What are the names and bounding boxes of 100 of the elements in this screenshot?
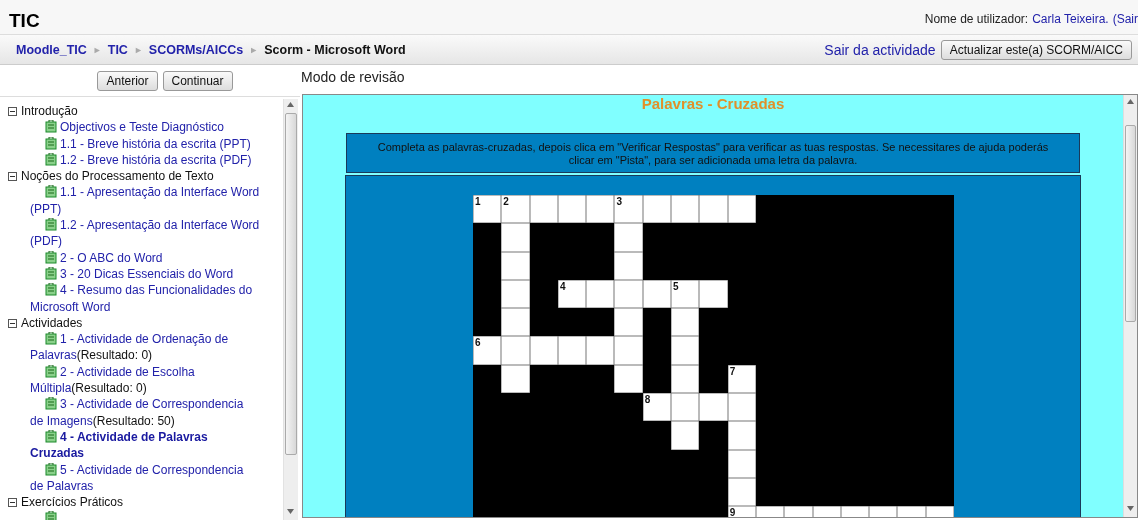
toc-item[interactable]: Objectivos e Teste Diagnóstico [8, 119, 260, 136]
crossword-cell[interactable] [614, 308, 643, 337]
crossword-cell[interactable] [727, 195, 756, 224]
clue-number: 6 [475, 338, 481, 349]
crossword-cell[interactable]: 8 [642, 393, 672, 422]
document-icon [45, 136, 57, 150]
crossword-cell[interactable] [642, 195, 672, 224]
mode-label: Modo de revisão [300, 68, 406, 87]
crossword-cell[interactable] [586, 336, 615, 365]
toc-item[interactable]: 2 - Actividade de Escolha Múltipla(Resultado: 0) [8, 363, 260, 397]
crossword-cell[interactable] [501, 251, 530, 280]
crossword-cell[interactable] [586, 279, 615, 309]
crossword-cell[interactable] [727, 393, 756, 422]
document-icon [45, 462, 57, 476]
crossword-cell[interactable] [671, 393, 700, 422]
clue-number: 3 [616, 197, 623, 207]
toc-item[interactable]: 4 - Resumo das Funcionalidades do Microsoft Word [8, 282, 260, 315]
crossword-cell[interactable] [501, 364, 530, 394]
update-button[interactable]: Actualizar este(a) SCORM/AICC [940, 39, 1132, 60]
toc-item[interactable]: 3 - 20 Dicas Essenciais do Word [8, 265, 260, 283]
breadcrumb-link[interactable]: SCORMs/AICCs [148, 42, 244, 57]
crossword-cell[interactable]: 9 [727, 506, 756, 517]
scroll-up-icon[interactable] [1127, 99, 1134, 104]
collapse-icon[interactable] [8, 171, 17, 181]
crossword-cell[interactable] [501, 336, 530, 365]
toc-item[interactable]: 2 - O ABC do Word [8, 249, 260, 266]
breadcrumb-link[interactable]: Moodle_TIC [16, 42, 87, 57]
crossword-cell[interactable] [614, 336, 643, 365]
breadcrumb-separator: ► [133, 44, 143, 55]
toc-item[interactable]: 1.1 - Apresentação da Interface Word (PPT) [8, 184, 260, 218]
breadcrumb-current: Scorm - Microsoft Word [264, 42, 406, 57]
document-icon [45, 185, 57, 199]
crossword-cell[interactable] [501, 279, 530, 309]
document-icon [45, 152, 57, 166]
crossword-cell[interactable] [671, 364, 700, 394]
toc-item[interactable]: 5 - Actividade de Correspondencia de Palavras [8, 461, 260, 495]
clue-number: 5 [673, 281, 679, 292]
activity-title: Palavras - Cruzadas [641, 95, 785, 112]
collapse-icon[interactable] [8, 106, 17, 116]
crossword-cell[interactable] [529, 195, 558, 224]
document-icon [45, 120, 57, 134]
crossword-cell[interactable] [671, 308, 700, 337]
scroll-down-icon[interactable] [1127, 506, 1134, 511]
crossword-cell[interactable]: 5 [671, 279, 700, 309]
clue-number: 2 [503, 197, 509, 207]
crossword-cell[interactable] [699, 279, 728, 309]
crossword-cell[interactable] [642, 279, 672, 309]
clue-number: 7 [729, 366, 736, 377]
crossword-cell[interactable] [614, 279, 643, 309]
nav-button[interactable]: Continuar [162, 70, 233, 91]
document-icon [45, 250, 57, 264]
crossword-cell[interactable] [557, 195, 587, 224]
crossword-cell[interactable] [699, 393, 728, 422]
logout-link[interactable]: (Sair [1112, 12, 1138, 26]
toc-item[interactable]: 1.2 - Breve história da escrita (PDF) [8, 151, 260, 169]
crossword-cell[interactable] [727, 449, 756, 478]
crossword-cell[interactable] [501, 223, 530, 252]
collapse-icon[interactable] [8, 497, 17, 507]
crossword-cell[interactable] [699, 195, 728, 224]
toc-item[interactable]: 4 - Actividade de Palavras Cruzadas [8, 428, 260, 462]
crossword-cell[interactable]: 2 [501, 195, 530, 224]
crossword-cell[interactable] [614, 251, 643, 280]
crossword-cell[interactable] [671, 195, 700, 224]
toc-item[interactable]: 1 - Actividade de Ordenação de Palavras(Resultado: 0) [8, 331, 260, 364]
crossword-cell[interactable]: 3 [614, 195, 643, 224]
document-icon [45, 266, 57, 280]
crossword-cell[interactable] [614, 364, 643, 394]
crossword-cell[interactable] [727, 477, 756, 507]
crossword-cell[interactable] [671, 336, 700, 365]
crossword-cell[interactable] [557, 336, 587, 365]
clue-number: 9 [729, 508, 736, 517]
crossword-cell[interactable] [529, 336, 558, 365]
scrollbar[interactable] [1123, 95, 1137, 517]
crossword-cell[interactable] [586, 195, 615, 224]
crossword-cell[interactable]: 6 [473, 336, 502, 365]
crossword-cell[interactable] [501, 308, 530, 337]
nav-button[interactable]: Anterior [97, 70, 158, 91]
exit-activity-link[interactable]: Sair da actividade [824, 41, 936, 58]
user-label: Nome de utilizador: [924, 12, 1029, 26]
toc-item[interactable]: 1.1 - Breve história da escrita (PPT) [8, 135, 260, 152]
document-icon [45, 364, 57, 378]
toc-item[interactable]: 1.2 - Apresentação da Interface Word (PDF) [8, 217, 260, 250]
document-icon [45, 283, 57, 297]
scroll-down-icon[interactable] [287, 509, 294, 514]
collapse-icon[interactable] [8, 318, 17, 328]
scroll-up-icon[interactable] [287, 102, 294, 107]
document-icon [45, 332, 57, 346]
section-title: Noções do Processamento de Texto [21, 168, 214, 185]
breadcrumb-link[interactable]: TIC [107, 42, 128, 57]
user-name-link[interactable]: Carla Teixeira. [1032, 12, 1109, 26]
site-title: TIC [9, 10, 40, 32]
section-title: Exercícios Práticos [21, 494, 124, 511]
crossword-cell[interactable] [727, 421, 756, 450]
crossword-cell[interactable] [671, 421, 700, 450]
toc-item[interactable]: 3 - Actividade de Correspondencia de Imagens(Resultado: 50) [8, 396, 260, 429]
clue-number: 4 [559, 281, 566, 292]
crossword-cell[interactable] [614, 223, 643, 252]
breadcrumb-separator: ► [249, 44, 259, 55]
crossword-cell[interactable]: 1 [473, 195, 502, 224]
scrollbar[interactable] [283, 99, 298, 520]
